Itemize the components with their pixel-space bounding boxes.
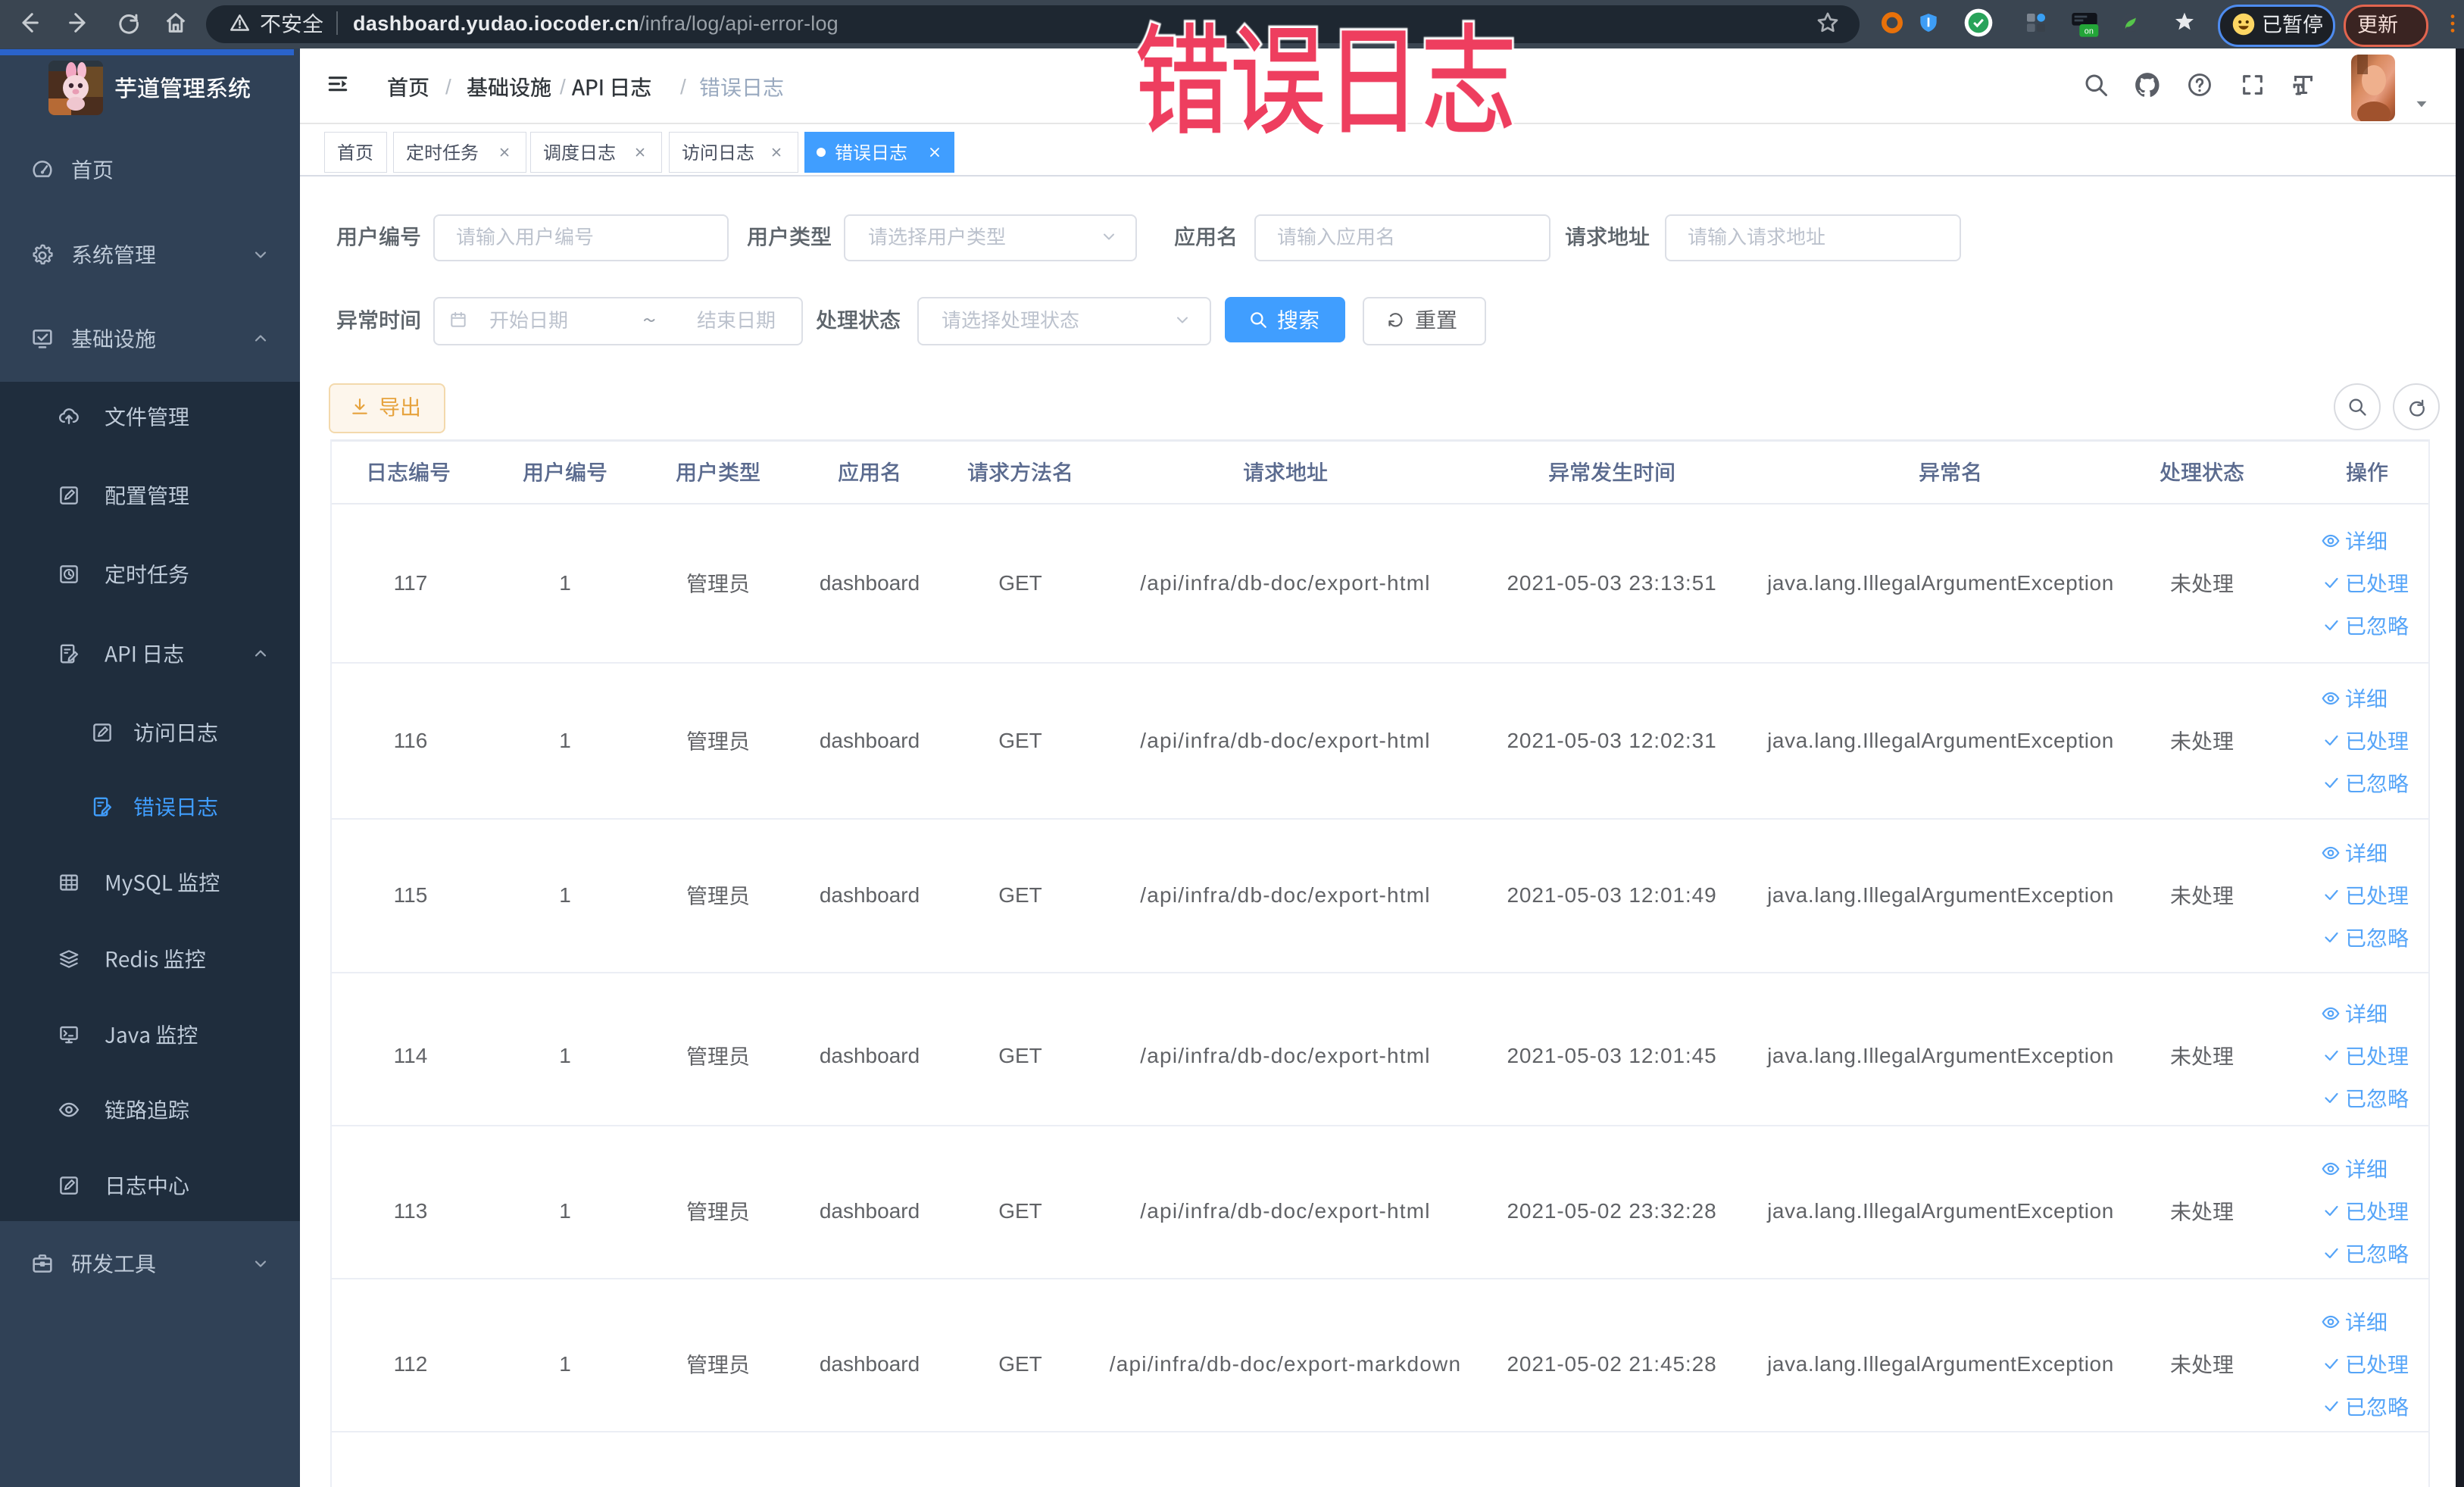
svg-text:on: on (2085, 27, 2094, 36)
